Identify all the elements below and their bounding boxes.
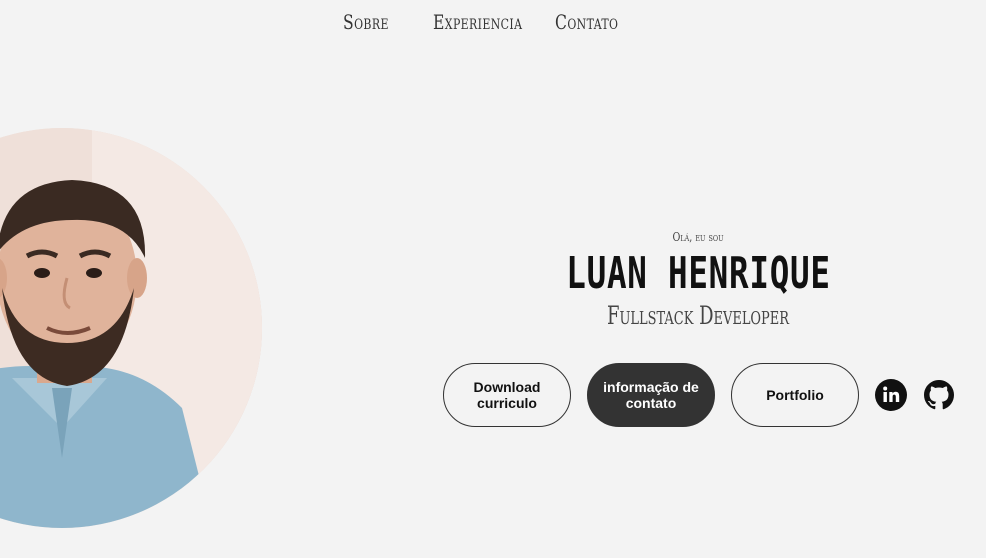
nav-link-sobre[interactable]: Sobre (343, 10, 388, 34)
hero-greeting: Olá, eu sou (672, 230, 724, 244)
github-icon[interactable] (923, 379, 955, 411)
profile-photo (0, 128, 262, 528)
top-nav: Sobre Experiencia Contato (343, 10, 645, 34)
hero-actions: Download curriculo informação de contato… (443, 363, 971, 427)
nav-link-experiencia[interactable]: Experiencia (433, 10, 522, 34)
linkedin-icon[interactable] (875, 379, 907, 411)
hero-role: Fullstack Developer (606, 301, 790, 330)
contact-info-button[interactable]: informação de contato (587, 363, 715, 427)
profile-photo-frame (0, 128, 263, 530)
hero-section: Olá, eu sou LUAN HENRIQUE Fullstack Deve… (520, 230, 876, 330)
page: Sobre Experiencia Contato Olá, eu sou LU… (0, 0, 986, 558)
hero-name: LUAN HENRIQUE (566, 248, 831, 299)
nav-link-contato[interactable]: Contato (555, 10, 625, 34)
portfolio-button[interactable]: Portfolio (731, 363, 859, 427)
profile-photo-illustration (0, 128, 262, 528)
download-cv-button[interactable]: Download curriculo (443, 363, 571, 427)
